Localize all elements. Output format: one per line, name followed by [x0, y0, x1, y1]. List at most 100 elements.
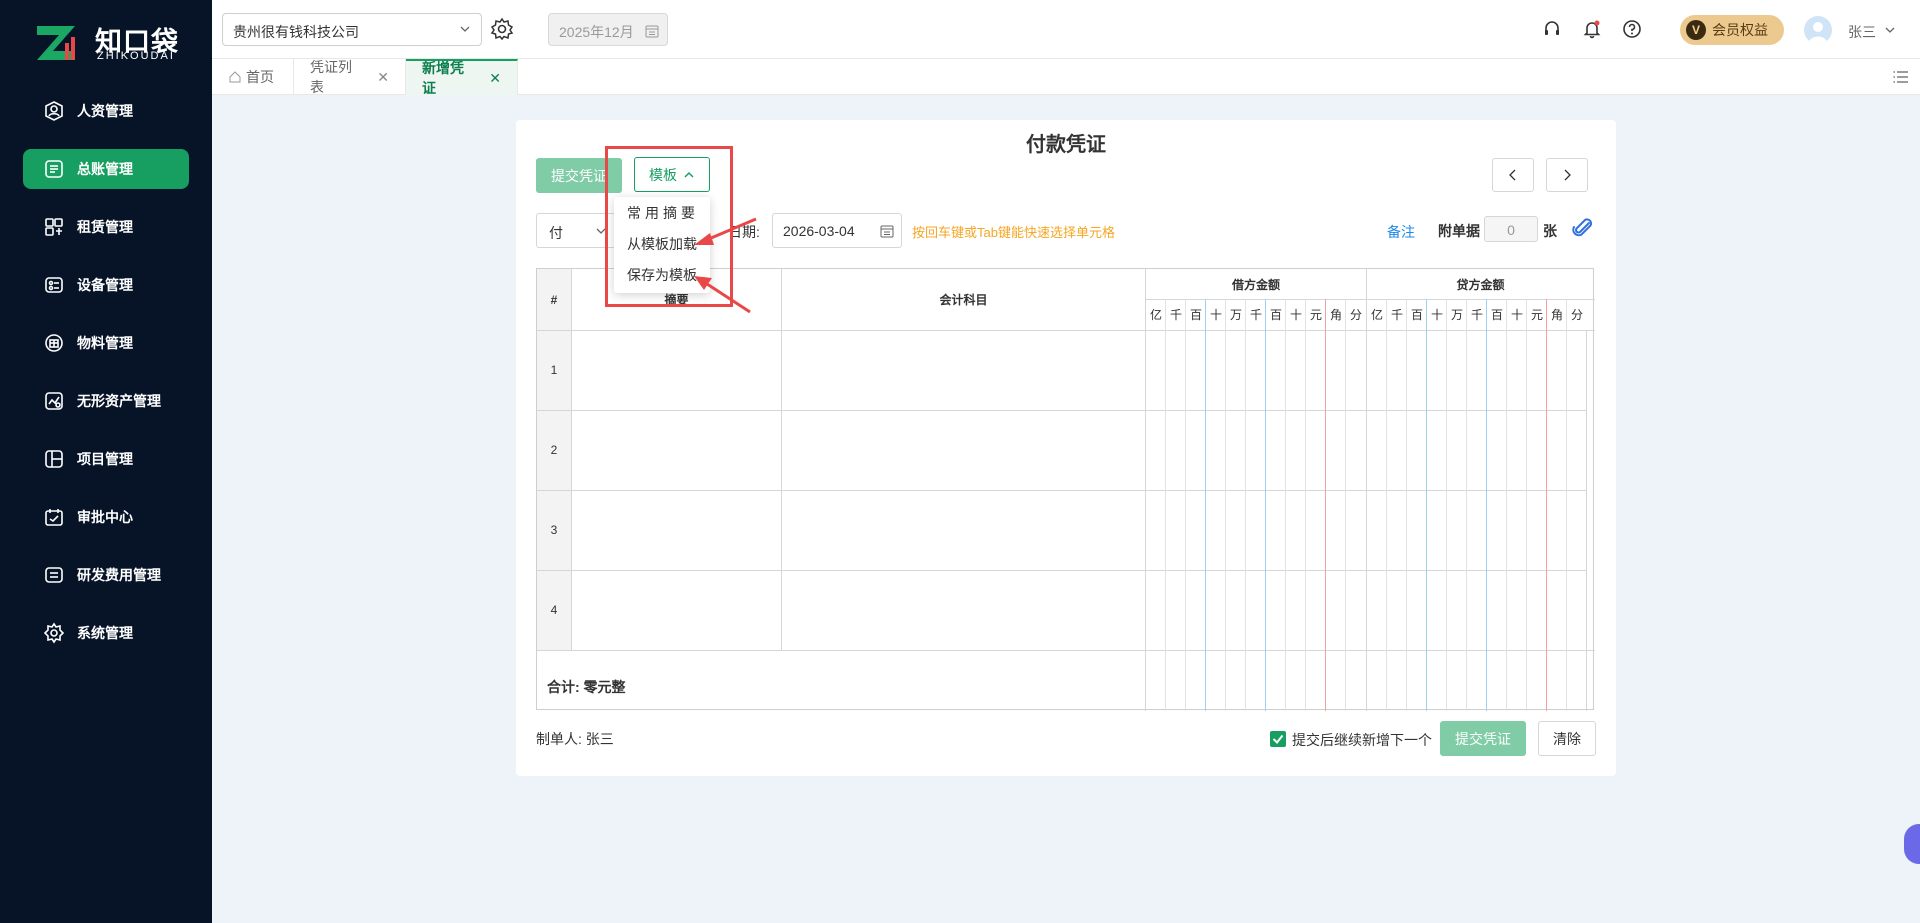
top-bar: 贵州很有钱科技公司 2025年12月 V 会员权益 张三 [212, 0, 1920, 59]
rd-expense-icon [43, 564, 65, 586]
debit-amount-cell[interactable] [1146, 330, 1366, 410]
sidebar-item-label: 设备管理 [77, 277, 133, 293]
credit-amount-cell[interactable] [1367, 570, 1587, 650]
settings-icon [43, 622, 65, 644]
logo-mark-icon [37, 26, 75, 60]
vip-benefits-button[interactable]: V 会员权益 [1680, 15, 1784, 45]
person-icon [43, 100, 65, 122]
chevron-down-icon [596, 228, 606, 234]
template-button[interactable]: 模板 [634, 157, 710, 192]
logo-name-en: ZHIKOUDAI [97, 50, 175, 62]
gear-icon[interactable] [490, 17, 514, 41]
sidebar-nav: 人资管理 总账管理 租赁管理 设备管理 物料管理 无形资产管理 项目管理 审批中… [23, 91, 189, 671]
annotation-arrow-icon [694, 217, 757, 245]
summary-cell[interactable] [572, 330, 781, 410]
credit-digit-header: 分 [1570, 308, 1583, 322]
account-cell[interactable] [782, 410, 1145, 490]
sidebar-item-label: 研发费用管理 [77, 567, 161, 583]
row-number: 2 [537, 410, 571, 490]
bell-icon[interactable] [1582, 19, 1602, 39]
debit-digit-header: 百 [1189, 308, 1202, 322]
sidebar-item-label: 总账管理 [77, 161, 133, 177]
user-name[interactable]: 张三 [1848, 22, 1876, 42]
voucher-entry-table: # 摘要 会计科目 借方金额 贷方金额 亿 千 百 十 万 千 百 十 元 角 … [536, 268, 1595, 711]
checkmark-icon [1272, 734, 1284, 745]
sidebar-item-label: 人资管理 [77, 103, 133, 119]
credit-amount-cell[interactable] [1367, 410, 1587, 490]
clear-button[interactable]: 清除 [1538, 721, 1596, 756]
row-number: 3 [537, 490, 571, 570]
account-cell[interactable] [782, 490, 1145, 570]
sidebar-item-label: 租赁管理 [77, 219, 133, 235]
tab-voucher-list[interactable]: 凭证列表 ✕ [294, 59, 406, 95]
tab-label: 首页 [246, 69, 274, 85]
sidebar-item-label: 无形资产管理 [77, 393, 161, 409]
attachment-unit: 张 [1543, 223, 1557, 239]
submit-voucher-bottom-button[interactable]: 提交凭证 [1440, 721, 1526, 756]
period-picker[interactable]: 2025年12月 [548, 13, 668, 46]
continue-add-label[interactable]: 提交后继续新增下一个 [1292, 730, 1432, 750]
account-cell[interactable] [782, 570, 1145, 650]
company-select[interactable]: 贵州很有钱科技公司 [222, 13, 482, 46]
row-number: 4 [537, 570, 571, 650]
next-voucher-button[interactable] [1546, 158, 1588, 192]
chevron-down-icon[interactable] [1884, 24, 1896, 36]
note-link[interactable]: 备注 [1387, 222, 1415, 242]
template-button-label: 模板 [649, 166, 677, 183]
chevron-down-icon [460, 26, 470, 32]
credit-digit-header: 百 [1410, 308, 1423, 322]
close-icon[interactable]: ✕ [377, 69, 389, 86]
sidebar-item-label: 系统管理 [77, 625, 133, 641]
sidebar-item-material[interactable]: 物料管理 [23, 323, 189, 363]
date-value: 2026-03-04 [783, 223, 855, 239]
attachment-count-input[interactable]: 0 [1484, 216, 1538, 242]
sidebar-item-intangible[interactable]: 无形资产管理 [23, 381, 189, 421]
summary-cell[interactable] [572, 410, 781, 490]
voucher-title: 付款凭证 [1026, 134, 1106, 156]
debit-digit-header: 万 [1229, 308, 1242, 322]
credit-digit-header: 元 [1530, 308, 1543, 322]
continue-add-checkbox[interactable] [1270, 731, 1286, 747]
close-icon[interactable]: ✕ [489, 70, 501, 87]
sidebar-item-hr[interactable]: 人资管理 [23, 91, 189, 131]
help-icon[interactable] [1622, 19, 1642, 39]
debit-amount-cell[interactable] [1146, 490, 1366, 570]
tab-bar: 首页 凭证列表 ✕ 新增凭证 ✕ [212, 59, 1920, 96]
avatar[interactable] [1804, 16, 1832, 44]
credit-amount-cell[interactable] [1367, 330, 1587, 410]
credit-amount-cell[interactable] [1367, 490, 1587, 570]
account-cell[interactable] [782, 330, 1145, 410]
material-icon [43, 332, 65, 354]
list-menu-icon[interactable] [1892, 68, 1910, 86]
debit-amount-cell[interactable] [1146, 410, 1366, 490]
debit-digit-header: 角 [1329, 308, 1342, 322]
company-name: 贵州很有钱科技公司 [233, 24, 359, 40]
debit-amount-cell[interactable] [1146, 570, 1366, 650]
debit-digit-header: 千 [1169, 308, 1182, 322]
previous-voucher-button[interactable] [1492, 158, 1534, 192]
sidebar-item-approval[interactable]: 审批中心 [23, 497, 189, 537]
tab-label: 凭证列表 [310, 59, 352, 95]
date-input[interactable]: 2026-03-04 [772, 213, 902, 248]
credit-digit-header: 万 [1450, 308, 1463, 322]
sidebar-item-ledger[interactable]: 总账管理 [23, 149, 189, 189]
sidebar-item-project[interactable]: 项目管理 [23, 439, 189, 479]
chat-widget-icon[interactable] [1904, 824, 1920, 864]
sidebar-item-rd-expense[interactable]: 研发费用管理 [23, 555, 189, 595]
summary-cell[interactable] [572, 570, 781, 650]
sidebar-item-device[interactable]: 设备管理 [23, 265, 189, 305]
sidebar-item-lease[interactable]: 租赁管理 [23, 207, 189, 247]
credit-digit-header: 角 [1550, 308, 1563, 322]
paperclip-icon[interactable] [1570, 216, 1594, 240]
maker-label: 制单人: 张三 [536, 731, 614, 747]
submit-voucher-button[interactable]: 提交凭证 [536, 158, 622, 193]
calendar-icon [645, 25, 659, 38]
summary-cell[interactable] [572, 490, 781, 570]
tab-new-voucher[interactable]: 新增凭证 ✕ [406, 59, 518, 96]
logo[interactable]: 知口袋 ZHIKOUDAI [35, 20, 185, 66]
tab-home[interactable]: 首页 [212, 59, 294, 95]
headset-icon[interactable] [1542, 19, 1562, 39]
sidebar-item-system[interactable]: 系统管理 [23, 613, 189, 653]
voucher-type-select[interactable]: 付 [536, 213, 616, 248]
credit-digit-header: 千 [1470, 308, 1483, 322]
